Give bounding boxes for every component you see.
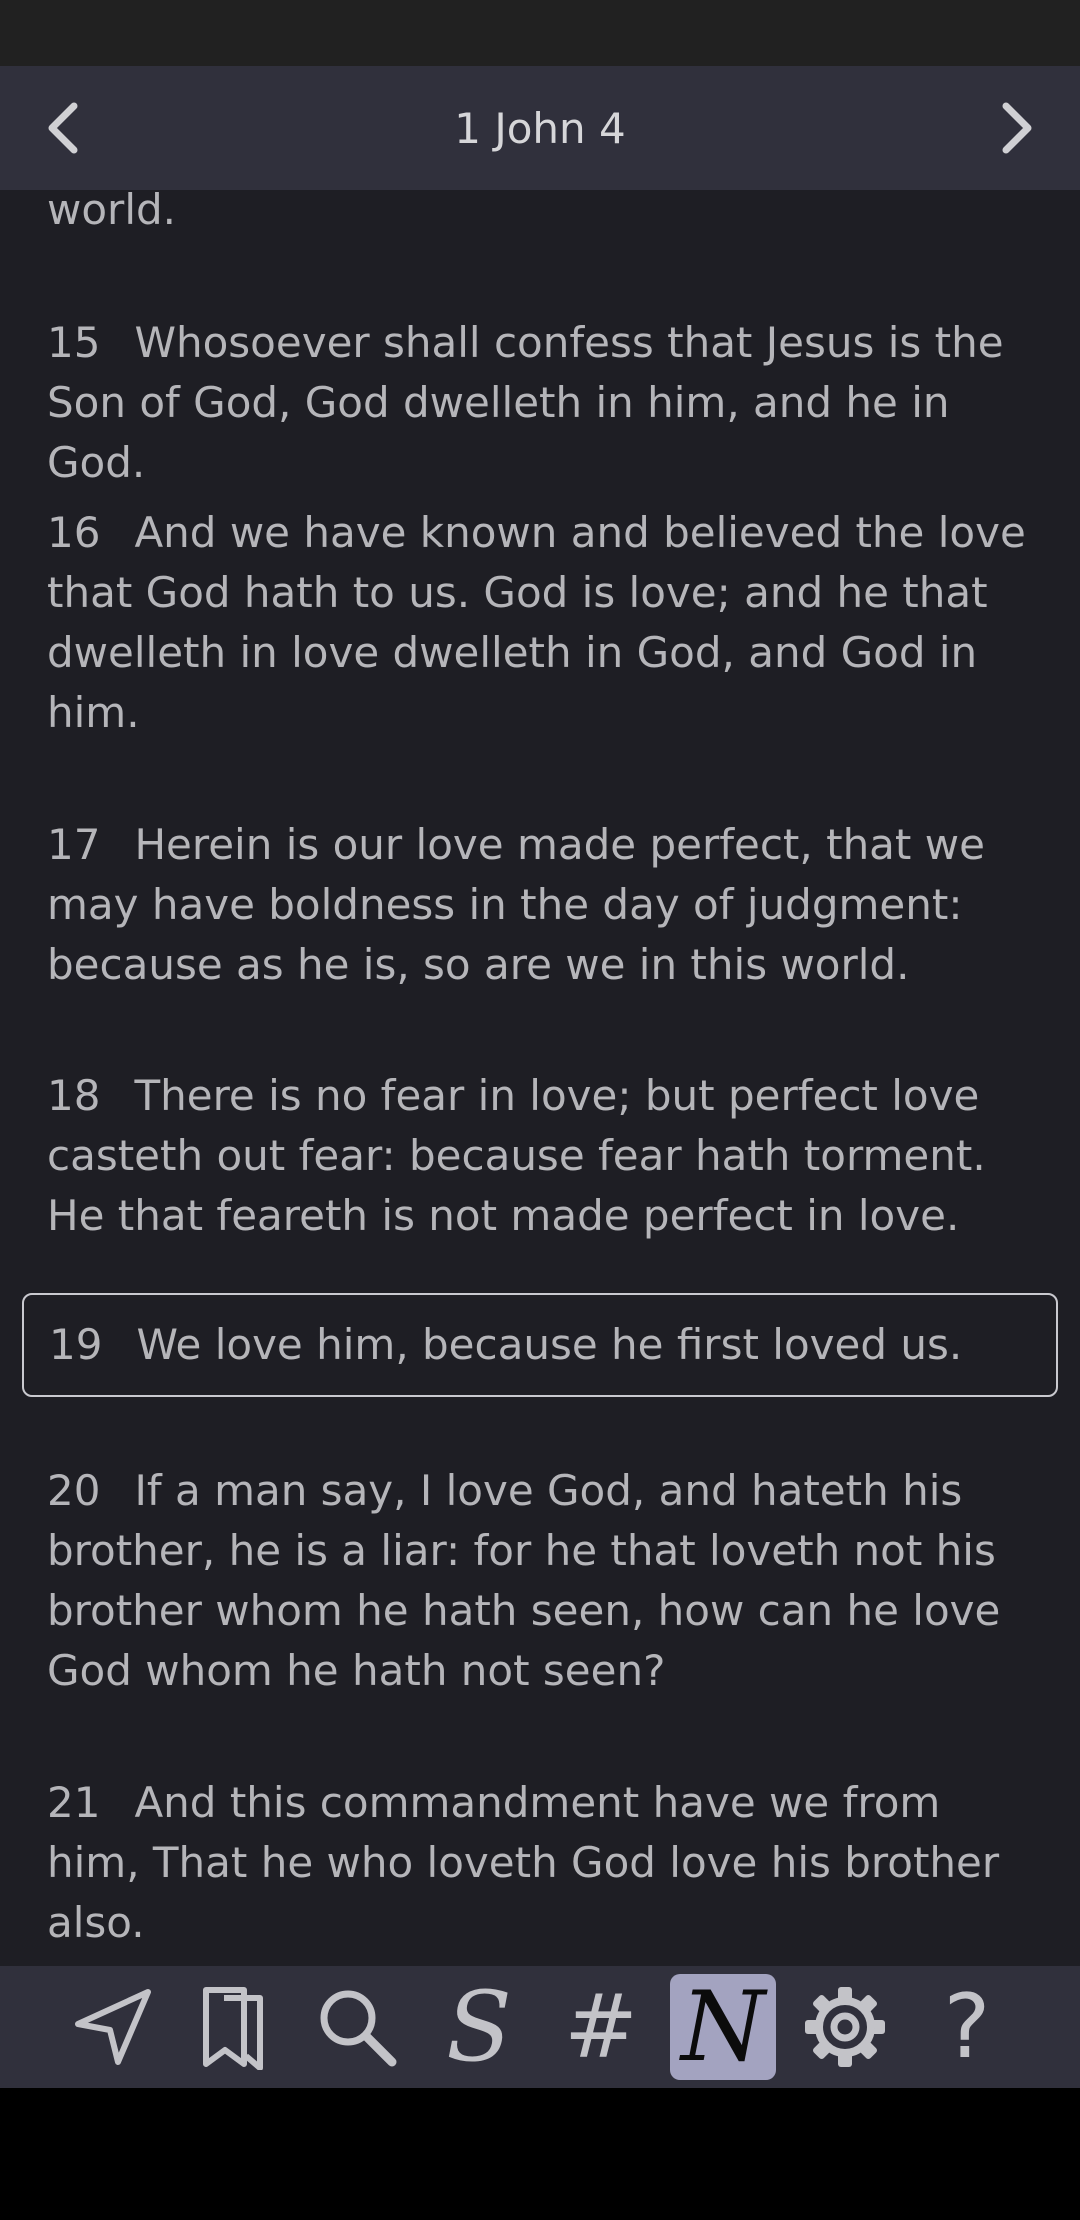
verse-21[interactable]: 21 And this commandment have we from him,… <box>22 1773 1058 1953</box>
verse-text: Whosoever shall confess that Jesus is th… <box>47 318 1004 487</box>
verse-text: world. <box>47 190 176 234</box>
system-navigation-bar <box>0 2088 1080 2220</box>
strongs-button[interactable]: S <box>426 1974 532 2080</box>
gear-icon <box>805 1987 885 2067</box>
page-title[interactable]: 1 John 4 <box>454 104 625 153</box>
bookmark-icon <box>203 1987 263 2070</box>
settings-button[interactable] <box>792 1974 898 2080</box>
help-label: ? <box>943 1975 991 2078</box>
chapter-header: 1 John 4 <box>0 66 1080 190</box>
search-icon <box>320 1990 397 2067</box>
verse-text: And we have known and believed the love … <box>47 508 1026 737</box>
verse-20[interactable]: 20 If a man say, I love God, and hateth h… <box>22 1461 1058 1701</box>
goto-button[interactable] <box>60 1974 166 2080</box>
strongs-label: S <box>446 1971 512 2083</box>
bottom-toolbar: S # N ? <box>0 1966 1080 2088</box>
next-chapter-button[interactable] <box>956 66 1080 190</box>
verse-list[interactable]: world. 15 Whosoever shall confess that Je… <box>0 190 1080 1966</box>
verse-text: And this commandment have we from him, T… <box>47 1778 1000 1947</box>
verse-number: 18 <box>47 1071 101 1120</box>
verse-16[interactable]: 16 And we have known and believed the lov… <box>22 503 1058 743</box>
verse-text: If a man say, I love God, and hateth his… <box>47 1466 1001 1695</box>
status-bar <box>0 0 1080 66</box>
verse-number: 20 <box>47 1466 101 1515</box>
verse-number: 19 <box>49 1320 103 1369</box>
chevron-right-icon <box>1002 102 1032 154</box>
hash-label: # <box>564 1975 638 2078</box>
verse-18[interactable]: 18 There is no fear in love; but perfect … <box>22 1066 1058 1246</box>
verse-number: 16 <box>47 508 101 557</box>
notes-label: N <box>681 1971 765 2083</box>
bookmarks-button[interactable] <box>182 1974 288 2080</box>
previous-chapter-button[interactable] <box>0 66 124 190</box>
search-button[interactable] <box>304 1974 410 2080</box>
verse-text: We love him, because he first loved us. <box>136 1320 963 1369</box>
verse-15[interactable]: 15 Whosoever shall confess that Jesus is … <box>22 313 1058 493</box>
verse-number-button[interactable]: # <box>548 1974 654 2080</box>
verse-17[interactable]: 17 Herein is our love made perfect, that … <box>22 815 1058 995</box>
verse-text: There is no fear in love; but perfect lo… <box>47 1071 986 1240</box>
help-button[interactable]: ? <box>914 1974 1020 2080</box>
chevron-left-icon <box>48 102 78 154</box>
verse-text: Herein is our love made perfect, that we… <box>47 820 985 989</box>
verse-number: 17 <box>47 820 101 869</box>
verse-19-selected[interactable]: 19 We love him, because he first loved us… <box>22 1293 1058 1397</box>
navigation-arrow-icon <box>75 1989 151 2065</box>
verse-fragment[interactable]: world. <box>22 190 1058 240</box>
verse-number: 15 <box>47 318 101 367</box>
notes-button[interactable]: N <box>670 1974 776 2080</box>
verse-number: 21 <box>47 1778 101 1827</box>
